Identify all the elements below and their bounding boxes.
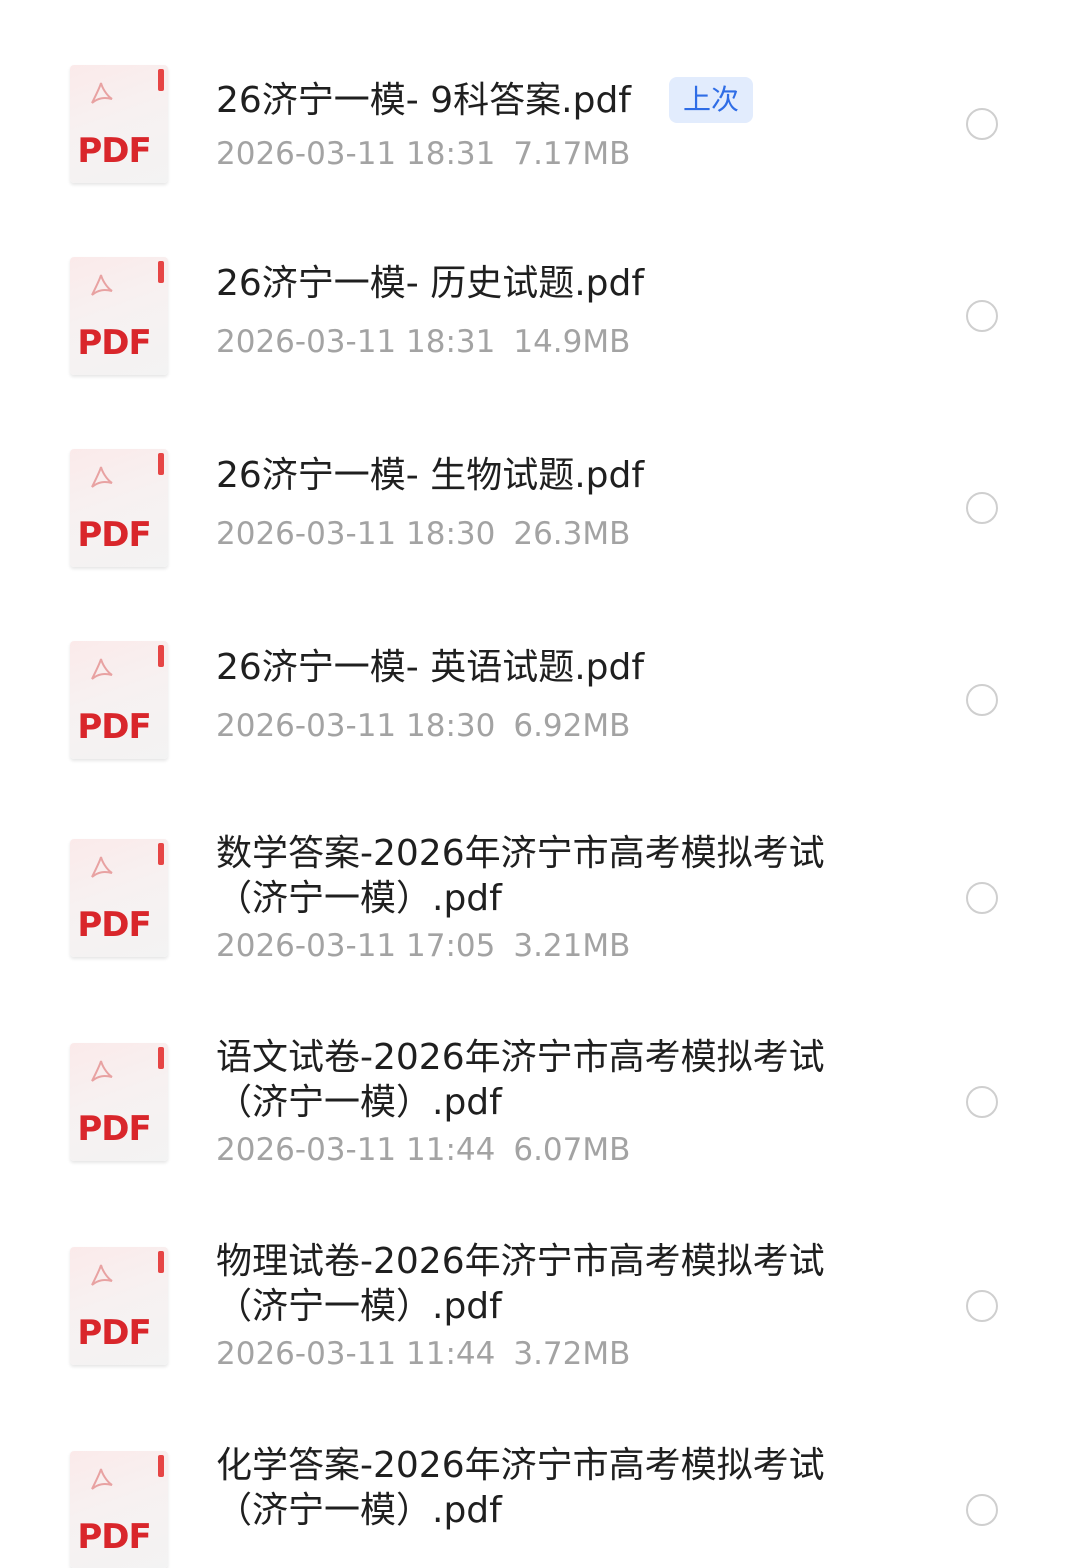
file-name: 26济宁一模- 英语试题.pdf xyxy=(216,647,645,688)
pdf-file-icon: PDF xyxy=(70,449,168,567)
acrobat-icon xyxy=(91,274,113,296)
pdf-file-icon: PDF xyxy=(70,257,168,375)
file-meta: 2026-03-11 11:44 3.72MB xyxy=(216,1334,630,1374)
bookmark-ribbon-icon xyxy=(158,645,164,667)
pdf-label: PDF xyxy=(77,515,151,555)
pdf-file-icon: PDF xyxy=(70,65,168,183)
pdf-file-icon: PDF xyxy=(70,1451,168,1568)
pdf-label: PDF xyxy=(77,905,151,945)
file-date: 2026-03-11 18:31 xyxy=(216,136,496,172)
file-name: 物理试卷-2026年济宁市高考模拟考试（济宁一模）.pdf xyxy=(216,1241,825,1327)
file-meta: 2026-03-11 18:30 6.92MB xyxy=(216,706,630,746)
file-date: 2026-03-11 17:05 xyxy=(216,928,496,964)
pdf-file-icon: PDF xyxy=(70,839,168,957)
select-checkbox[interactable] xyxy=(966,300,998,332)
pdf-label: PDF xyxy=(77,1313,151,1353)
file-size: 3.72MB xyxy=(513,1336,631,1372)
file-list: PDF 26济宁一模- 9科答案.pdf 上次 2026-03-11 18:31… xyxy=(0,0,1080,1568)
bookmark-ribbon-icon xyxy=(158,1251,164,1273)
file-date: 2026-03-11 18:30 xyxy=(216,516,496,552)
file-meta: 2026-03-11 17:05 3.21MB xyxy=(216,926,630,966)
file-size: 3.21MB xyxy=(513,928,631,964)
select-checkbox[interactable] xyxy=(966,1494,998,1526)
acrobat-icon xyxy=(91,1060,113,1082)
bookmark-ribbon-icon xyxy=(158,1047,164,1069)
select-checkbox[interactable] xyxy=(966,684,998,716)
pdf-label: PDF xyxy=(77,323,151,363)
file-name: 化学答案-2026年济宁市高考模拟考试（济宁一模）.pdf xyxy=(216,1445,825,1531)
file-size: 14.9MB xyxy=(513,324,631,360)
pdf-label: PDF xyxy=(77,1109,151,1149)
select-checkbox[interactable] xyxy=(966,108,998,140)
file-name: 数学答案-2026年济宁市高考模拟考试（济宁一模）.pdf xyxy=(216,833,825,919)
file-size: 6.07MB xyxy=(513,1132,631,1168)
file-size: 26.3MB xyxy=(513,516,631,552)
acrobat-icon xyxy=(91,1468,113,1490)
file-size: 7.17MB xyxy=(513,136,631,172)
file-date: 2026-03-11 11:44 xyxy=(216,1336,496,1372)
bookmark-ribbon-icon xyxy=(158,69,164,91)
acrobat-icon xyxy=(91,82,113,104)
pdf-file-icon: PDF xyxy=(70,641,168,759)
bookmark-ribbon-icon xyxy=(158,261,164,283)
file-date: 2026-03-11 11:44 xyxy=(216,1132,496,1168)
bookmark-ribbon-icon xyxy=(158,1455,164,1477)
file-date: 2026-03-11 18:31 xyxy=(216,324,496,360)
acrobat-icon xyxy=(91,1264,113,1286)
acrobat-icon xyxy=(91,856,113,878)
file-size: 6.92MB xyxy=(513,708,631,744)
bookmark-ribbon-icon xyxy=(158,453,164,475)
last-opened-badge: 上次 xyxy=(669,77,754,123)
pdf-file-icon: PDF xyxy=(70,1247,168,1365)
pdf-label: PDF xyxy=(77,1517,151,1557)
file-name: 26济宁一模- 生物试题.pdf xyxy=(216,455,645,496)
acrobat-icon xyxy=(91,466,113,488)
select-checkbox[interactable] xyxy=(966,1290,998,1322)
file-meta: 2026-03-11 18:31 7.17MB xyxy=(216,134,630,174)
pdf-label: PDF xyxy=(77,707,151,747)
select-checkbox[interactable] xyxy=(966,1086,998,1118)
file-name: 26济宁一模- 历史试题.pdf xyxy=(216,263,645,304)
file-meta: 2026-03-11 11:44 6.07MB xyxy=(216,1130,630,1170)
select-checkbox[interactable] xyxy=(966,882,998,914)
file-date: 2026-03-11 18:30 xyxy=(216,708,496,744)
file-meta: 2026-03-11 18:30 26.3MB xyxy=(216,514,630,554)
bookmark-ribbon-icon xyxy=(158,843,164,865)
file-meta: 2026-03-11 18:31 14.9MB xyxy=(216,322,630,362)
pdf-file-icon: PDF xyxy=(70,1043,168,1161)
pdf-label: PDF xyxy=(77,131,151,171)
file-name: 语文试卷-2026年济宁市高考模拟考试（济宁一模）.pdf xyxy=(216,1037,825,1123)
select-checkbox[interactable] xyxy=(966,492,998,524)
acrobat-icon xyxy=(91,658,113,680)
